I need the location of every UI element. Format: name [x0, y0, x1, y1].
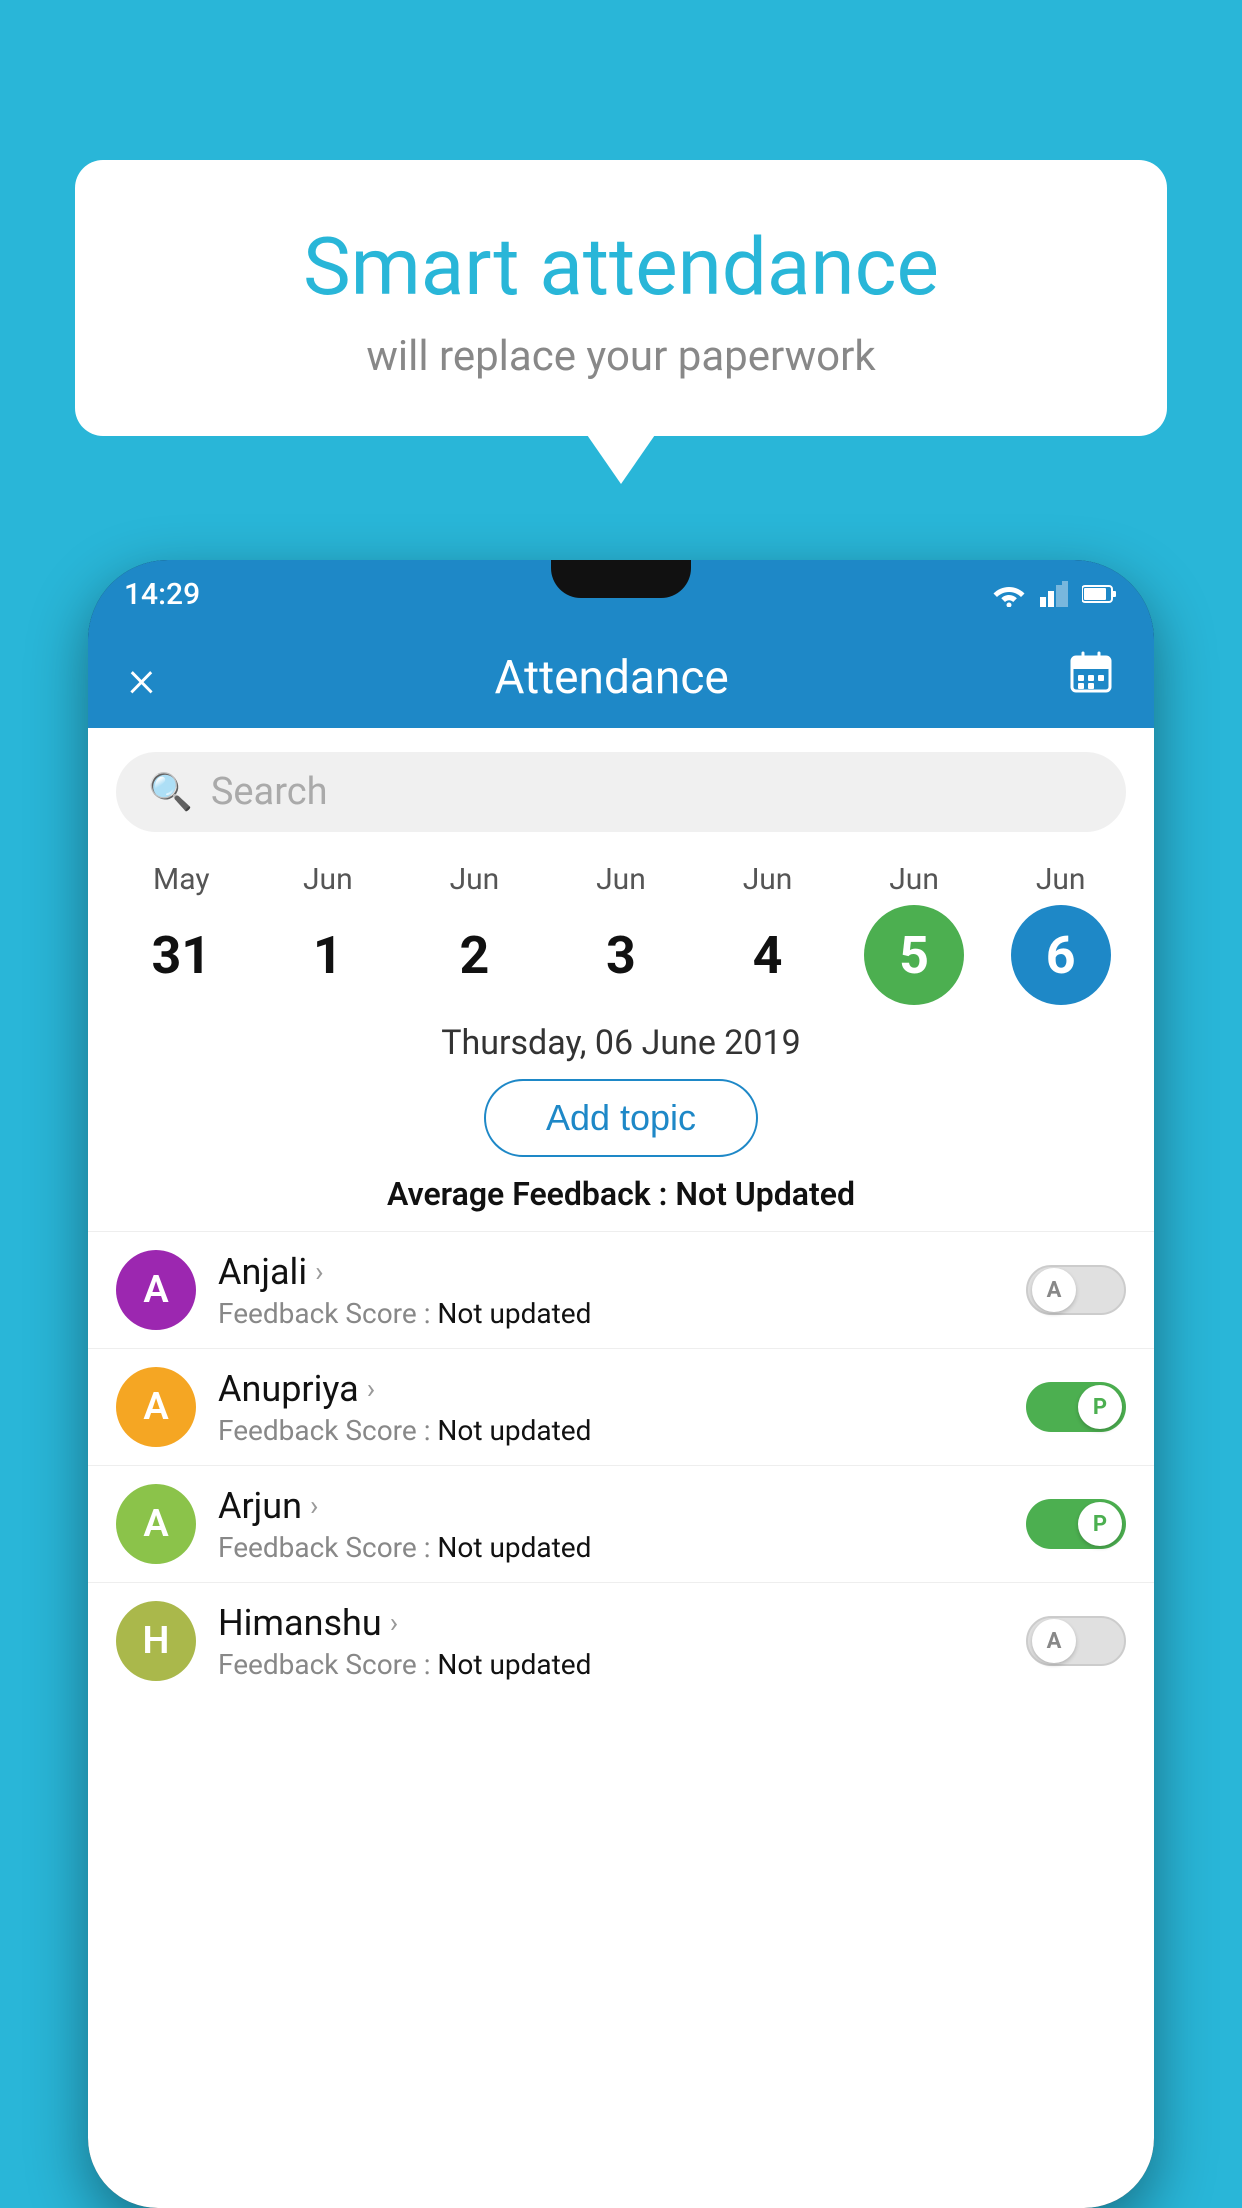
student-avatar: A: [116, 1484, 196, 1564]
chevron-icon: ›: [315, 1255, 323, 1288]
date-col[interactable]: Jun 4: [703, 862, 833, 1005]
avg-feedback: Average Feedback : Not Updated: [88, 1175, 1154, 1213]
date-number: 2: [424, 905, 524, 1005]
date-col[interactable]: Jun 2: [409, 862, 539, 1005]
selected-date: Thursday, 06 June 2019: [88, 1023, 1154, 1063]
toggle-knob: P: [1078, 1385, 1122, 1429]
attendance-toggle[interactable]: A: [1026, 1265, 1126, 1315]
date-month: May: [153, 862, 209, 897]
student-list: AAnjali ›Feedback Score : Not updatedAAA…: [88, 1231, 1154, 1699]
wifi-icon: [992, 581, 1026, 607]
date-month: Jun: [743, 862, 793, 897]
student-item[interactable]: A Arjun › Feedback Score : Not updated P: [88, 1465, 1154, 1582]
student-feedback: Feedback Score : Not updated: [218, 1297, 1004, 1330]
search-placeholder: Search: [211, 770, 328, 814]
search-bar[interactable]: 🔍 Search: [116, 752, 1126, 832]
date-strip: May 31 Jun 1 Jun 2 Jun 3 Jun 4 Jun 5 Jun 6: [88, 850, 1154, 1005]
toggle-knob: A: [1032, 1268, 1076, 1312]
signal-icon: [1040, 581, 1068, 607]
feedback-value: Not updated: [437, 1531, 591, 1564]
status-bar: 14:29: [88, 560, 1154, 628]
app-header: × Attendance: [88, 628, 1154, 728]
phone-shell: 14:29 × Attendance: [88, 560, 1154, 2208]
date-month: Jun: [450, 862, 500, 897]
avg-feedback-value: Not Updated: [675, 1175, 855, 1213]
speech-bubble-title: Smart attendance: [135, 220, 1107, 314]
student-feedback: Feedback Score : Not updated: [218, 1648, 1004, 1681]
date-number: 4: [718, 905, 818, 1005]
notch: [551, 560, 691, 598]
date-month: Jun: [596, 862, 646, 897]
student-avatar: A: [116, 1250, 196, 1330]
student-info: Anupriya › Feedback Score : Not updated: [218, 1368, 1004, 1447]
chevron-icon: ›: [390, 1606, 398, 1639]
date-col[interactable]: Jun 3: [556, 862, 686, 1005]
battery-icon: [1082, 584, 1118, 604]
date-month: Jun: [1036, 862, 1086, 897]
toggle-knob: A: [1032, 1619, 1076, 1663]
chevron-icon: ›: [367, 1372, 375, 1405]
status-icons: [992, 581, 1118, 607]
date-number: 3: [571, 905, 671, 1005]
student-name: Anjali ›: [218, 1251, 1004, 1293]
student-item[interactable]: A Anjali › Feedback Score : Not updated A: [88, 1231, 1154, 1348]
feedback-value: Not updated: [437, 1648, 591, 1681]
feedback-value: Not updated: [437, 1297, 591, 1330]
student-item[interactable]: H Himanshu › Feedback Score : Not updated A: [88, 1582, 1154, 1699]
date-col[interactable]: Jun 1: [263, 862, 393, 1005]
student-info: Anjali › Feedback Score : Not updated: [218, 1251, 1004, 1330]
student-feedback: Feedback Score : Not updated: [218, 1414, 1004, 1447]
attendance-toggle[interactable]: A: [1026, 1616, 1126, 1666]
feedback-value: Not updated: [437, 1414, 591, 1447]
chevron-icon: ›: [310, 1489, 318, 1522]
student-info: Arjun › Feedback Score : Not updated: [218, 1485, 1004, 1564]
student-item[interactable]: A Anupriya › Feedback Score : Not updated P: [88, 1348, 1154, 1465]
speech-bubble-subtitle: will replace your paperwork: [135, 332, 1107, 381]
app-title: Attendance: [494, 651, 728, 705]
date-col[interactable]: May 31: [116, 862, 246, 1005]
student-name: Arjun ›: [218, 1485, 1004, 1527]
date-number: 1: [278, 905, 378, 1005]
calendar-button[interactable]: [1068, 649, 1114, 707]
student-name: Anupriya ›: [218, 1368, 1004, 1410]
date-month: Jun: [303, 862, 353, 897]
date-number: 5: [864, 905, 964, 1005]
screen-content: 🔍 Search May 31 Jun 1 Jun 2 Jun 3 Jun 4 Jun 5 Jun 6 T…: [88, 728, 1154, 2208]
student-info: Himanshu › Feedback Score : Not updated: [218, 1602, 1004, 1681]
attendance-toggle[interactable]: P: [1026, 1382, 1126, 1432]
student-name: Himanshu ›: [218, 1602, 1004, 1644]
search-icon: 🔍: [148, 771, 193, 813]
speech-bubble: Smart attendance will replace your paper…: [75, 160, 1167, 436]
toggle-knob: P: [1078, 1502, 1122, 1546]
date-number: 31: [131, 905, 231, 1005]
status-time: 14:29: [124, 577, 200, 612]
date-month: Jun: [889, 862, 939, 897]
attendance-toggle[interactable]: P: [1026, 1499, 1126, 1549]
student-avatar: H: [116, 1601, 196, 1681]
student-feedback: Feedback Score : Not updated: [218, 1531, 1004, 1564]
avg-feedback-prefix: Average Feedback :: [387, 1175, 675, 1213]
date-number: 6: [1011, 905, 1111, 1005]
date-col[interactable]: Jun 5: [849, 862, 979, 1005]
add-topic-button[interactable]: Add topic: [484, 1079, 758, 1157]
student-avatar: A: [116, 1367, 196, 1447]
date-col[interactable]: Jun 6: [996, 862, 1126, 1005]
close-button[interactable]: ×: [128, 648, 155, 709]
